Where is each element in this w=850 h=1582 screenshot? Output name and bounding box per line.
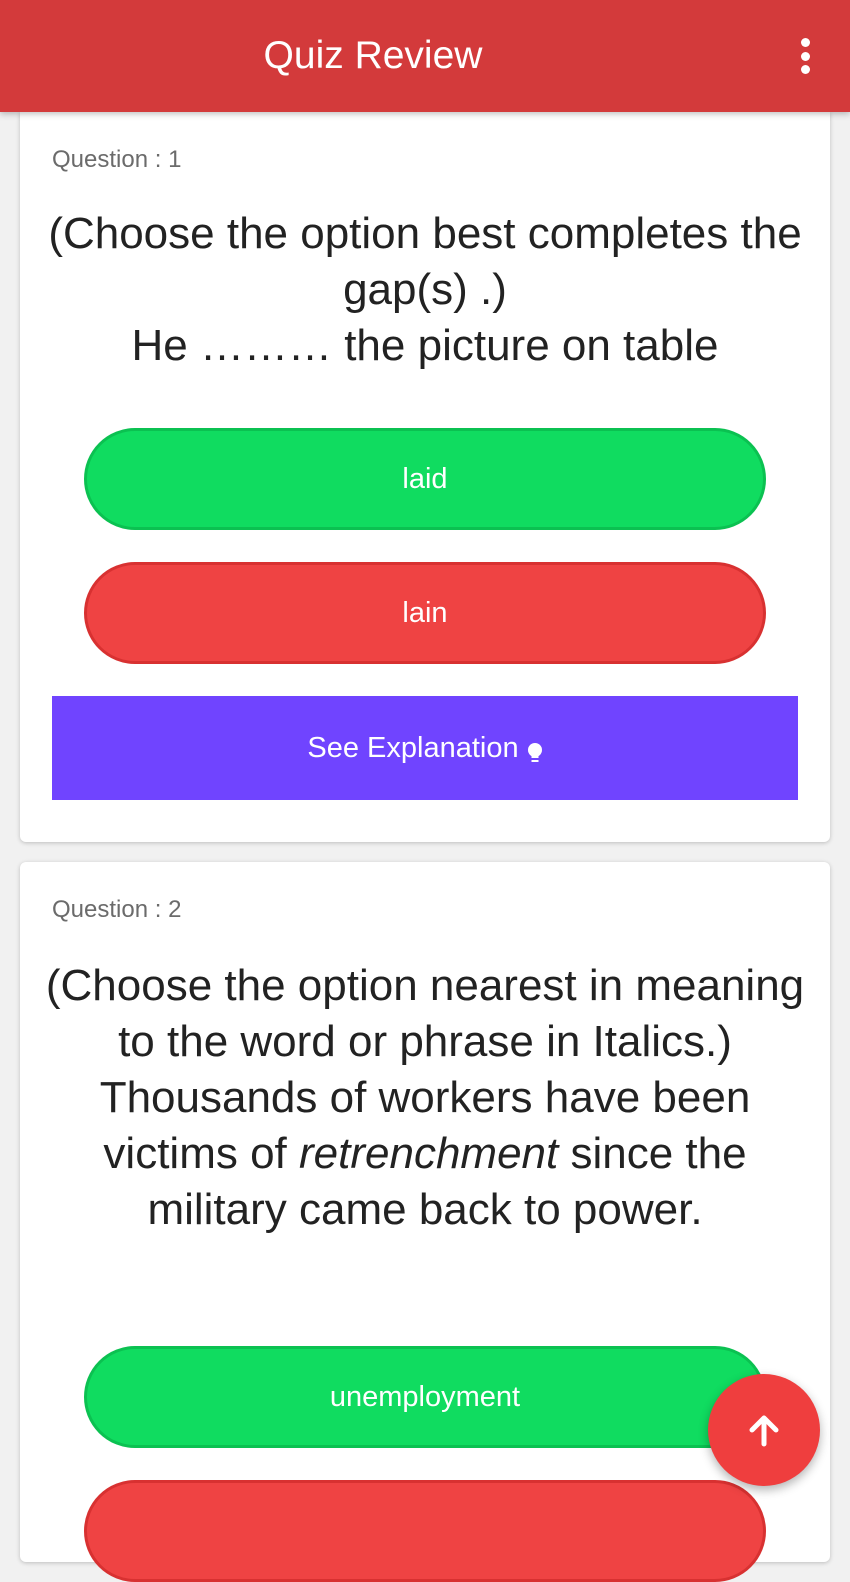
option-wrong[interactable]	[84, 1480, 766, 1582]
question-text: (Choose the option nearest in meaning to…	[40, 958, 810, 1238]
app-bar: Quiz Review	[0, 0, 850, 112]
question-text: (Choose the option best completes the ga…	[40, 206, 810, 374]
lightbulb-icon	[527, 743, 542, 762]
question-instruction: (Choose the option best completes the ga…	[48, 209, 802, 314]
option-correct[interactable]: laid	[84, 428, 766, 530]
question-card: Question : 2 (Choose the option nearest …	[20, 862, 830, 1582]
option-wrong[interactable]: lain	[84, 562, 766, 664]
see-explanation-label: See Explanation	[307, 731, 519, 764]
page-title: Quiz Review	[263, 34, 483, 77]
question-sentence: He ……… the picture on table	[131, 321, 719, 370]
question-sentence: Thousands of workers have been victims o…	[40, 1070, 810, 1238]
question-card: Question : 1 (Choose the option best com…	[20, 112, 830, 842]
see-explanation-button[interactable]: See Explanation	[52, 696, 798, 800]
scroll-to-top-button[interactable]	[708, 1374, 820, 1486]
option-correct[interactable]: unemployment	[84, 1346, 766, 1448]
question-number: Question : 1	[52, 146, 182, 173]
more-vertical-icon[interactable]	[798, 38, 814, 74]
question-number: Question : 2	[52, 896, 182, 923]
arrow-up-icon	[749, 1415, 779, 1447]
italic-phrase: retrenchment	[299, 1129, 559, 1178]
question-instruction: (Choose the option nearest in meaning to…	[45, 961, 805, 1066]
